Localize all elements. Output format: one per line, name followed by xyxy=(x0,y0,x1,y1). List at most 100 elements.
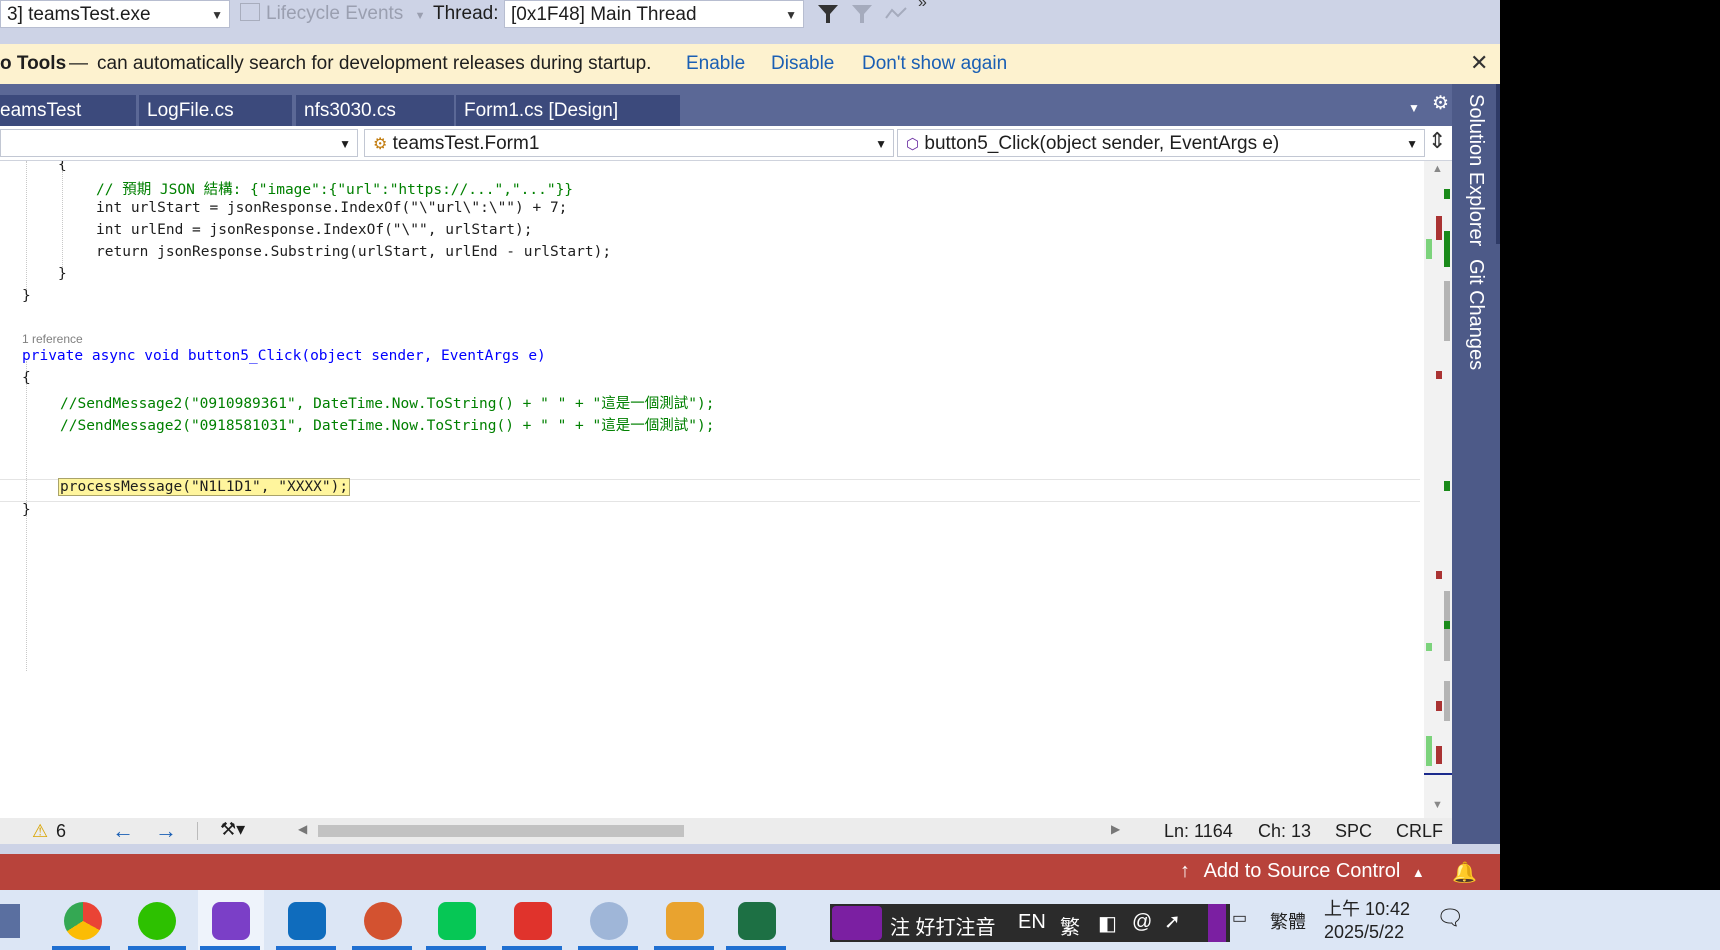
windows-taskbar: 注 好打注音 EN 繁 ◧ @ ➚ ▭ 繁體 上午 10:42 2025/5/2… xyxy=(0,890,1720,950)
project-combo[interactable]: ▼ xyxy=(0,129,358,157)
enable-link[interactable]: Enable xyxy=(686,53,745,75)
infobar-title: o Tools xyxy=(0,53,67,74)
file-explorer-icon[interactable] xyxy=(666,902,704,940)
chevron-down-icon: ▼ xyxy=(1406,137,1418,151)
method-icon: ⬡ xyxy=(906,136,920,153)
member-combo[interactable]: ⬡ button5_Click(object sender, EventArgs… xyxy=(897,129,1425,157)
process-combo[interactable]: 3] teamsTest.exe ▼ xyxy=(0,0,230,28)
ime-lang-label: EN xyxy=(1018,911,1046,933)
active-indicator xyxy=(128,946,186,950)
active-indicator xyxy=(276,946,336,950)
column-number[interactable]: Ch: 13 xyxy=(1258,821,1311,842)
bell-icon[interactable]: 🔔 xyxy=(1452,860,1477,885)
chrome-icon[interactable] xyxy=(64,902,102,940)
scroll-marker xyxy=(1444,231,1450,267)
ime-trad-label: 繁 xyxy=(1060,917,1080,939)
code-brace: { xyxy=(22,370,31,386)
tab-logfile[interactable]: LogFile.cs xyxy=(139,95,292,126)
scroll-marker xyxy=(1436,571,1442,579)
disable-link[interactable]: Disable xyxy=(771,53,834,75)
chevron-down-icon: ▼ xyxy=(414,10,426,22)
solution-explorer-tab[interactable]: Solution Explorer xyxy=(1464,94,1487,246)
code-comment: //SendMessage2("0918581031", DateTime.No… xyxy=(60,418,715,434)
language-indicator[interactable]: 繁體 xyxy=(1270,908,1306,934)
active-indicator xyxy=(426,946,486,950)
lifecycle-label: Lifecycle Events xyxy=(266,3,404,24)
clock-date[interactable]: 2025/5/22 xyxy=(1324,922,1404,943)
powerpoint-icon[interactable] xyxy=(364,902,402,940)
tab-list-chevron-icon[interactable]: ▼ xyxy=(1408,101,1420,115)
selected-statement[interactable]: processMessage("N1L1D1", "XXXX"); xyxy=(57,478,351,496)
side-tool-panel: Solution Explorer Git Changes xyxy=(1452,84,1500,854)
clock-time[interactable]: 上午 10:42 xyxy=(1324,895,1410,921)
scroll-down-icon[interactable]: ▼ xyxy=(1432,799,1443,811)
code-line-urlstart: int urlStart = jsonResponse.IndexOf("\"u… xyxy=(96,200,568,216)
forward-arrow-icon[interactable]: → xyxy=(155,818,177,844)
code-editor[interactable]: { // 預期 JSON 結構: {"image":{"url":"https:… xyxy=(0,161,1422,818)
navigation-bar: ▼ ⚙ teamsTest.Form1 ▼ ⬡ button5_Click(ob… xyxy=(0,126,1452,161)
arrow-up-icon: ↑ xyxy=(1180,860,1190,882)
scroll-left-icon[interactable]: ◀ xyxy=(298,822,307,836)
editor-status-bar: ⚠ 6 ← → ⚒▾ ◀ ▶ Ln: 1164 Ch: 13 SPC CRLF xyxy=(0,818,1452,844)
document-tabs: eamsTest LogFile.cs nfs3030.cs Form1.cs … xyxy=(0,84,1500,126)
code-brace: } xyxy=(58,266,67,282)
split-editor-icon[interactable]: ⇕ xyxy=(1428,128,1446,154)
scroll-marker xyxy=(1436,701,1442,711)
class-combo-label: teamsTest.Form1 xyxy=(392,133,540,154)
scroll-marker xyxy=(1444,281,1450,341)
visual-studio-icon[interactable] xyxy=(212,902,250,940)
class-combo[interactable]: ⚙ teamsTest.Form1 ▼ xyxy=(364,129,894,157)
git-changes-tab[interactable]: Git Changes xyxy=(1464,259,1487,370)
method-signature: private async void button5_Click(object … xyxy=(22,348,546,364)
horizontal-scroll-thumb[interactable] xyxy=(318,825,684,837)
thread-combo[interactable]: [0x1F48] Main Thread ▼ xyxy=(504,0,804,28)
tool-icon: ➚ xyxy=(1164,911,1181,933)
active-indicator xyxy=(52,946,110,950)
debug-toolbar: 3] teamsTest.exe ▼ Lifecycle Events ▼ Th… xyxy=(0,0,1500,44)
line-number[interactable]: Ln: 1164 xyxy=(1164,821,1233,842)
symbol-icon: @ xyxy=(1132,911,1153,933)
code-brace: } xyxy=(22,502,31,518)
warning-count[interactable]: 6 xyxy=(56,821,66,842)
flag-threads-icon[interactable] xyxy=(884,4,908,24)
filter-clear-icon[interactable] xyxy=(850,3,874,25)
info-bar: o Tools — can automatically search for d… xyxy=(0,44,1500,84)
tab-label: eamsTest xyxy=(0,100,82,121)
cleanup-icon[interactable]: ⚒▾ xyxy=(220,819,245,840)
caret-position-marker xyxy=(1424,773,1452,775)
calculator-icon[interactable] xyxy=(0,904,20,938)
back-arrow-icon[interactable]: ← xyxy=(112,818,134,844)
paint-icon[interactable] xyxy=(590,902,628,940)
dont-show-again-link[interactable]: Don't show again xyxy=(862,53,1007,75)
codelens-reference[interactable]: 1 reference xyxy=(22,332,83,346)
line-app-icon[interactable] xyxy=(438,902,476,940)
wechat-icon[interactable] xyxy=(138,902,176,940)
gear-icon[interactable]: ⚙ xyxy=(1432,92,1449,115)
overflow-icon[interactable]: » xyxy=(918,0,927,12)
keyboard-icon[interactable]: ▭ xyxy=(1232,908,1247,928)
outlook-icon[interactable] xyxy=(288,902,326,940)
tab-nfs3030[interactable]: nfs3030.cs xyxy=(296,95,454,126)
scroll-up-icon[interactable]: ▲ xyxy=(1432,163,1443,175)
status-gap xyxy=(0,844,1500,854)
class-icon: ⚙ xyxy=(373,136,388,153)
thread-combo-label: [0x1F48] Main Thread xyxy=(511,4,697,25)
scroll-marker xyxy=(1444,621,1450,629)
line-ending[interactable]: CRLF xyxy=(1396,821,1443,842)
add-source-label: Add to Source Control xyxy=(1203,860,1401,882)
tab-form1-design[interactable]: Form1.cs [Design] xyxy=(456,95,680,126)
add-to-source-control-button[interactable]: ↑ Add to Source Control ▲ xyxy=(1180,860,1425,883)
yahoo-ime-icon xyxy=(832,906,882,940)
wps-office-icon[interactable] xyxy=(514,902,552,940)
filter-icon[interactable] xyxy=(816,3,840,25)
tab-label: LogFile.cs xyxy=(147,100,234,121)
notification-icon[interactable]: 🗨 xyxy=(1436,905,1464,931)
excel-icon[interactable] xyxy=(738,902,776,940)
spacing-mode[interactable]: SPC xyxy=(1335,821,1372,842)
close-icon[interactable]: ✕ xyxy=(1470,50,1488,76)
ime-toolbar[interactable]: 注 好打注音 EN 繁 ◧ @ ➚ xyxy=(830,904,1230,942)
scroll-right-icon[interactable]: ▶ xyxy=(1111,822,1120,836)
vertical-scrollbar[interactable]: ▲ ▼ xyxy=(1424,161,1452,818)
lifecycle-events-combo[interactable]: Lifecycle Events ▼ xyxy=(240,2,425,26)
tab-teamstest[interactable]: eamsTest xyxy=(0,95,136,126)
